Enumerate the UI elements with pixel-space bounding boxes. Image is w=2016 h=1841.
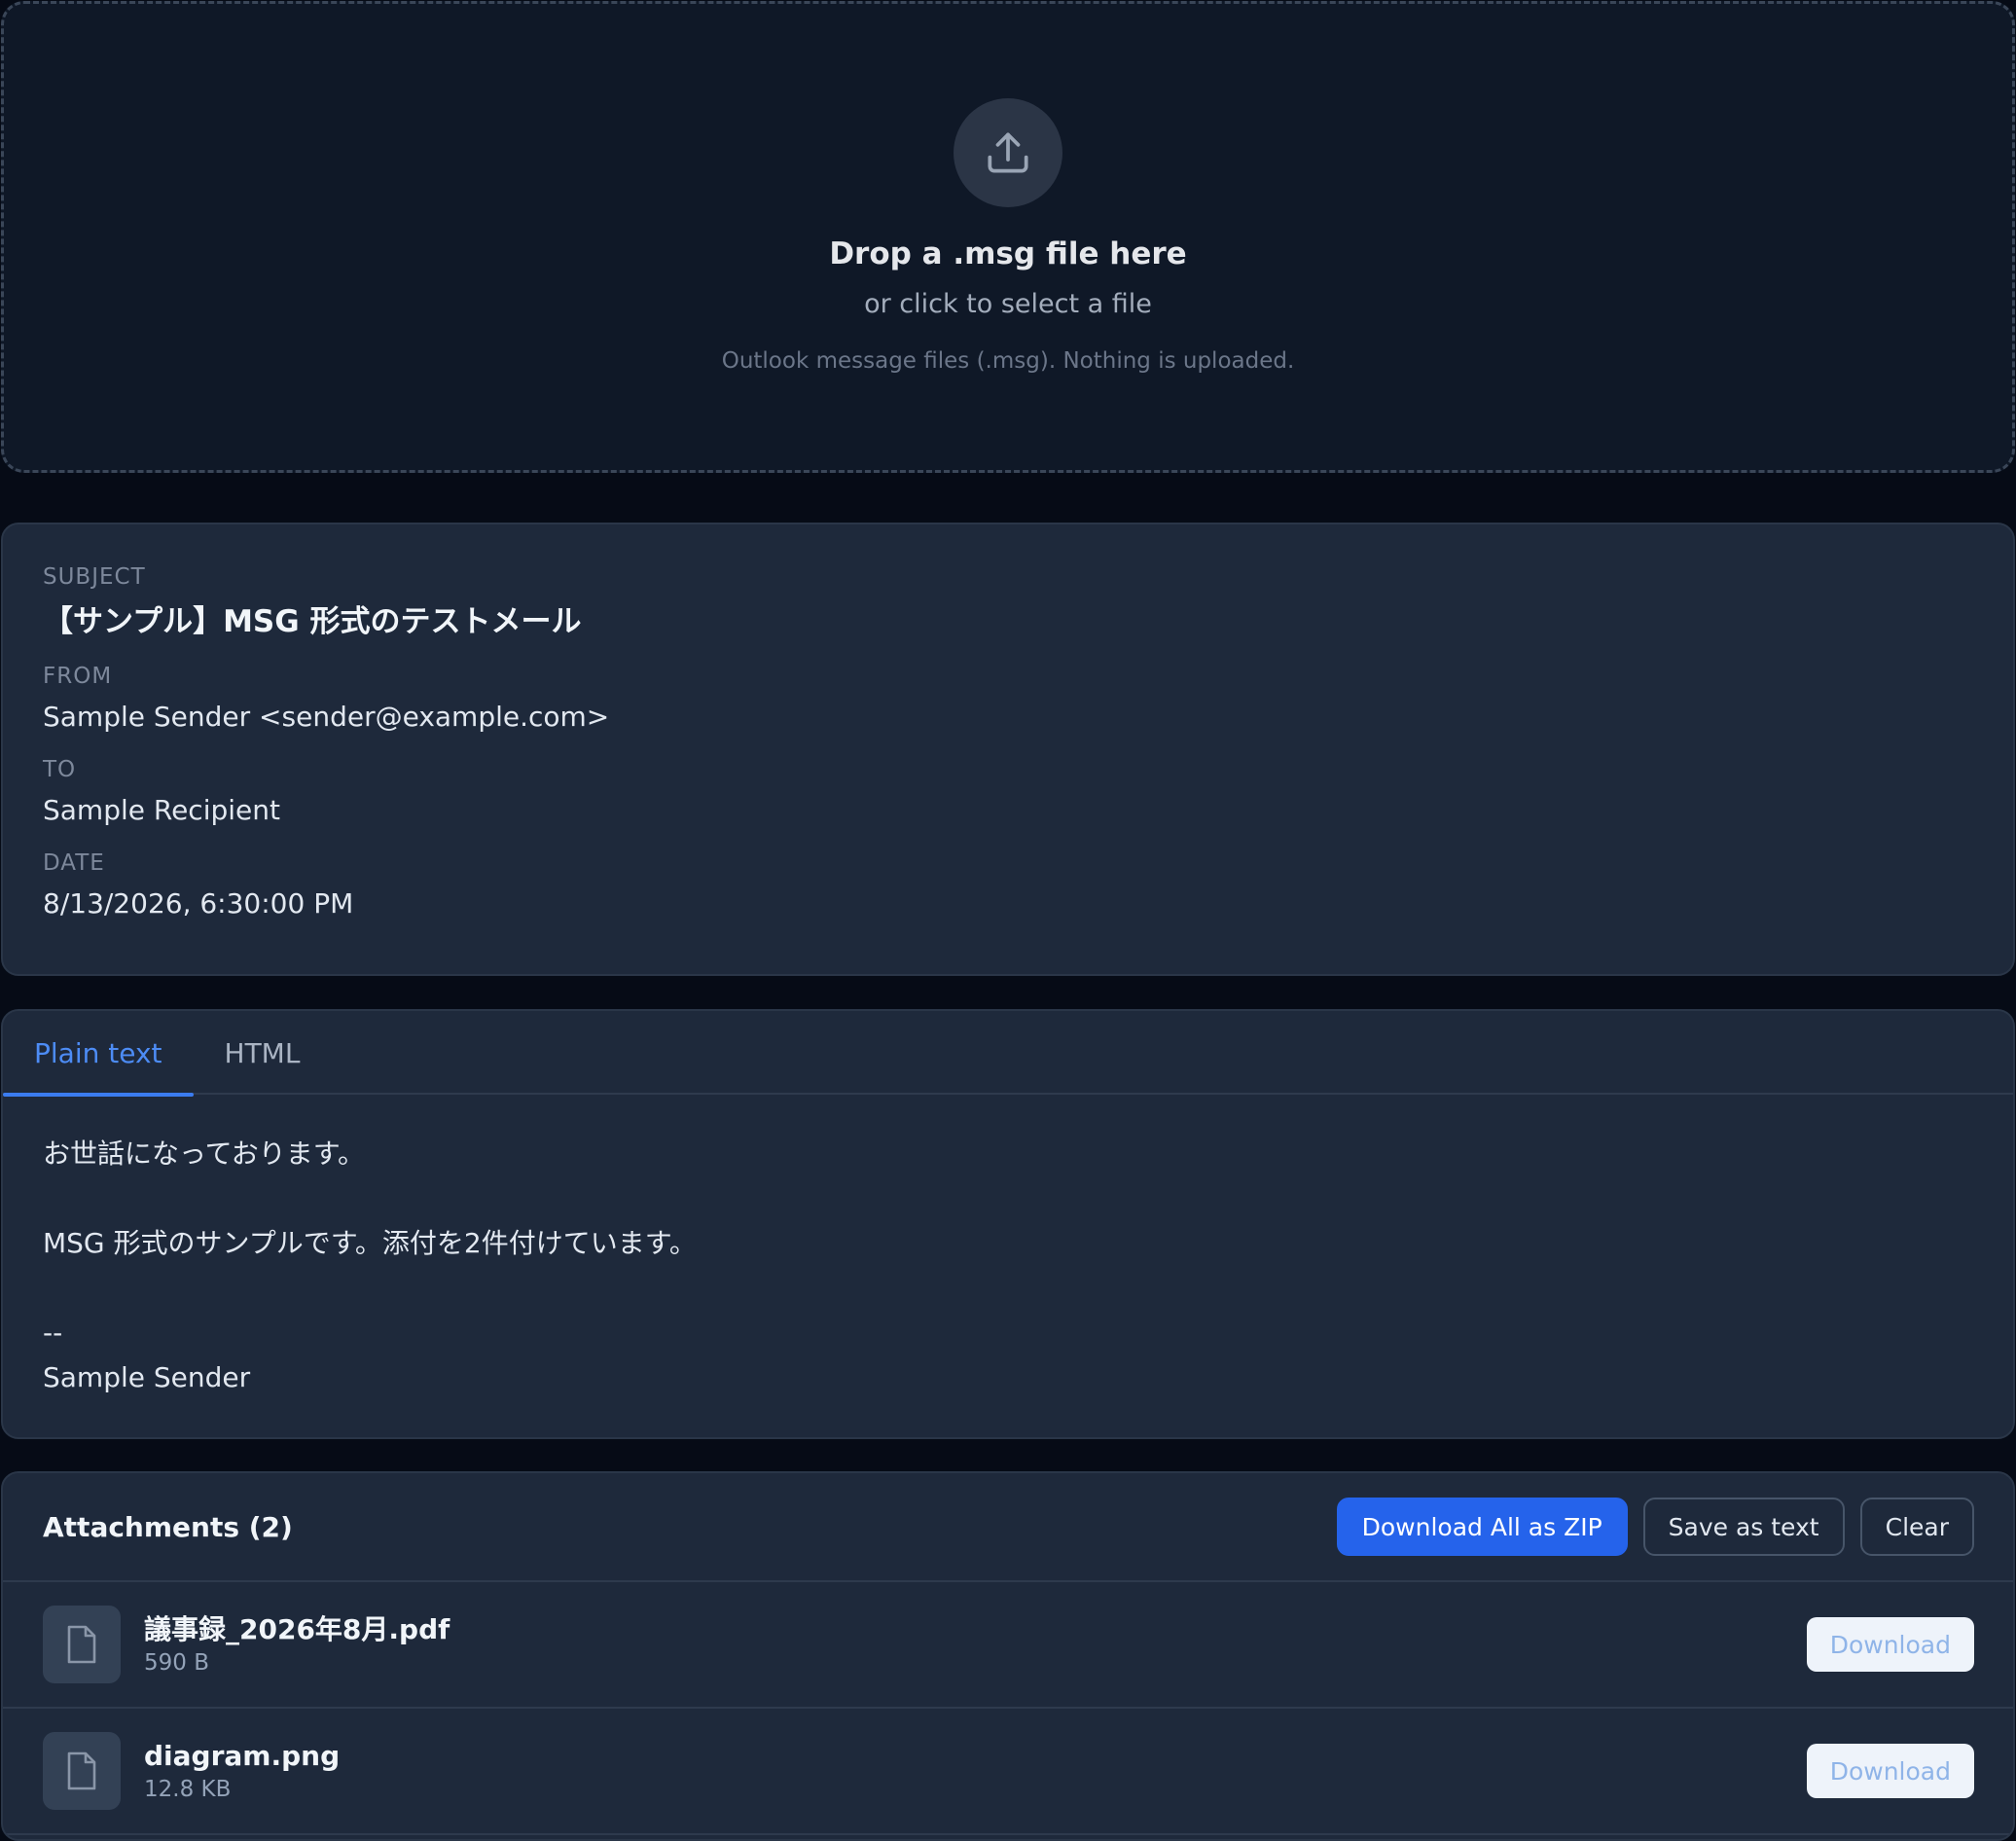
save-as-text-button[interactable]: Save as text	[1642, 1498, 1845, 1556]
from-label: FROM	[43, 664, 113, 689]
dropzone-subtitle: or click to select a file	[864, 289, 1152, 319]
from-value: Sample Sender <sender@example.com>	[43, 701, 610, 733]
body-line: Sample Sender	[43, 1361, 251, 1393]
download-all-zip-button[interactable]: Download All as ZIP	[1336, 1498, 1628, 1556]
to-value: Sample Recipient	[43, 794, 280, 826]
attachment-row: 議事録_2026年8月.pdf 590 B Download	[3, 1582, 2013, 1709]
attachments-card: Attachments (2) Download All as ZIP Save…	[1, 1471, 2015, 1841]
attachment-size: 590 B	[144, 1650, 209, 1676]
file-icon	[43, 1732, 121, 1810]
body-tabs: Plain text HTML	[3, 1011, 2013, 1097]
attachment-name: 議事録_2026年8月.pdf	[144, 1613, 450, 1645]
tab-plain-text[interactable]: Plain text	[3, 1011, 194, 1097]
tab-html[interactable]: HTML	[194, 1011, 332, 1095]
subject-label: SUBJECT	[43, 564, 146, 590]
attachment-size: 12.8 KB	[144, 1777, 232, 1802]
date-label: DATE	[43, 850, 105, 876]
attachment-name: diagram.png	[144, 1740, 341, 1772]
dropzone-title: Drop a .msg file here	[829, 236, 1187, 271]
message-body: お世話になっております。 MSG 形式のサンプルです。添付を2件付けています。 …	[3, 1095, 2013, 1400]
attachments-title: Attachments (2)	[43, 1510, 293, 1543]
body-line: MSG 形式のサンプルです。添付を2件付けています。	[43, 1227, 697, 1259]
to-label: TO	[43, 757, 77, 782]
file-dropzone[interactable]: Drop a .msg file here or click to select…	[1, 1, 2015, 473]
message-body-card: Plain text HTML お世話になっております。 MSG 形式のサンプル…	[1, 1009, 2015, 1439]
clear-button[interactable]: Clear	[1859, 1498, 1974, 1556]
attachments-header: Attachments (2) Download All as ZIP Save…	[3, 1473, 2013, 1582]
file-icon	[43, 1606, 121, 1683]
body-line: --	[43, 1317, 63, 1349]
attachment-row: diagram.png 12.8 KB Download	[3, 1709, 2013, 1835]
body-line	[43, 1176, 1973, 1221]
message-header-card: SUBJECT 【サンプル】MSG 形式のテストメール FROM Sample …	[1, 523, 2015, 976]
date-value: 8/13/2026, 6:30:00 PM	[43, 887, 354, 920]
upload-icon	[954, 98, 1062, 207]
download-button[interactable]: Download	[1806, 1617, 1974, 1672]
dropzone-note: Outlook message files (.msg). Nothing is…	[721, 348, 1295, 374]
body-line	[43, 1266, 1973, 1311]
subject-value: 【サンプル】MSG 形式のテストメール	[43, 604, 582, 639]
body-line: お世話になっております。	[43, 1137, 365, 1170]
download-button[interactable]: Download	[1806, 1744, 1974, 1798]
